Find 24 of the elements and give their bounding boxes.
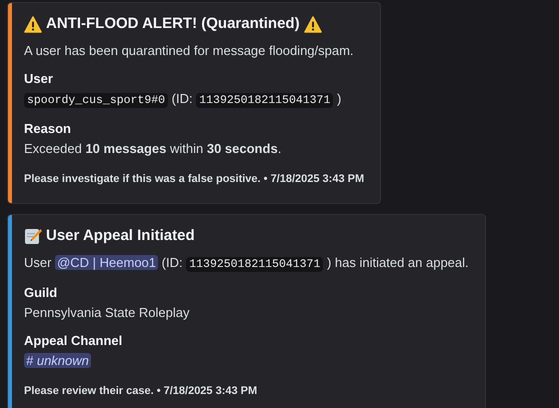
field-name: Guild <box>24 284 58 302</box>
text: (ID: <box>162 255 183 270</box>
inline-code: 1139250182115041371 <box>186 257 324 272</box>
channel-mention[interactable]: # unknown <box>24 353 91 368</box>
field-name: Reason <box>24 120 71 138</box>
text: Exceeded 10 messages within 30 seconds. <box>24 141 282 156</box>
warning-icon <box>304 16 322 32</box>
inline-code: 1139250182115041371 <box>196 93 334 108</box>
embed-title: User Appeal Initiated <box>46 226 195 246</box>
text: ) has initiated an appeal. <box>326 255 469 270</box>
text: ) <box>336 91 342 106</box>
embed-title: ANTI-FLOOD ALERT! (Quarantined) <box>46 14 300 34</box>
user-mention[interactable]: @CD | Heemoo1 <box>55 255 158 270</box>
warning-icon <box>24 16 42 32</box>
embed-footer: Please investigate if this was a false positive. • 7/18/2025 3:43 PM <box>24 169 364 189</box>
inline-code: spoordy_cus_sport9#0 <box>24 93 168 108</box>
text: User <box>24 255 52 270</box>
memo-icon <box>24 227 42 245</box>
text: A user has been quarantined for message flooding/spam. <box>24 43 354 58</box>
field-name: Appeal Channel <box>24 332 122 350</box>
text: Pennsylvania State Roleplay <box>24 305 190 320</box>
field-name: User <box>24 70 53 88</box>
text: (ID: <box>172 91 193 106</box>
embed-footer: Please review their case. • 7/18/2025 3:43 PM <box>24 381 258 401</box>
